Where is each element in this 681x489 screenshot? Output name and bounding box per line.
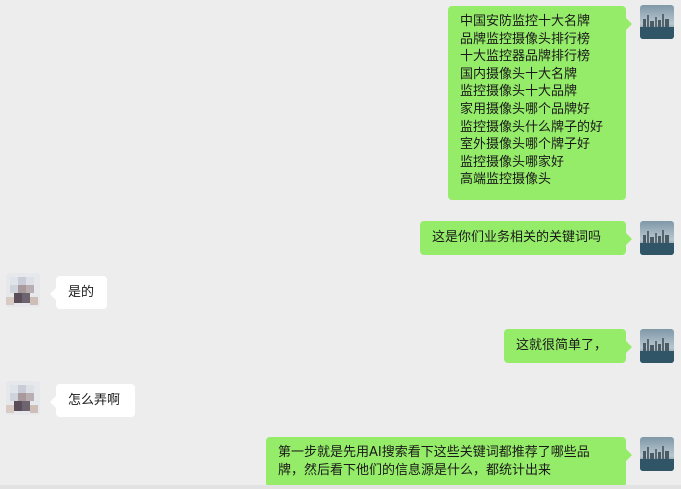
bottom-edge xyxy=(0,485,681,489)
message-bubble-outgoing[interactable]: 这是你们业务相关的关键词吗 xyxy=(420,221,632,255)
message-bubble-incoming[interactable]: 是的 xyxy=(50,276,107,309)
message-line: 国内摄像头十大名牌 xyxy=(460,66,578,82)
contact-avatar[interactable] xyxy=(6,273,40,307)
message-bubble-outgoing[interactable]: 第一步就是先用AI搜索看下这些关键词都推荐了哪些品 牌，然后看下他们的信息源是什… xyxy=(266,437,632,487)
message-line: 高端监控摄像头 xyxy=(460,172,552,188)
contact-avatar[interactable] xyxy=(6,381,40,415)
message-line: 这就很简单了， xyxy=(516,338,608,353)
my-avatar[interactable] xyxy=(640,437,674,471)
my-avatar[interactable] xyxy=(640,5,674,39)
message-line: 这是你们业务相关的关键词吗 xyxy=(432,230,602,245)
message-line: 室外摄像头哪个牌子好 xyxy=(460,137,591,153)
my-avatar[interactable] xyxy=(640,329,674,363)
message-line: 怎么弄啊 xyxy=(68,393,121,408)
message-line: 家用摄像头哪个品牌好 xyxy=(460,101,591,117)
message-line: 品牌监控摄像头排行榜 xyxy=(460,31,591,47)
message-line: 监控摄像头十大品牌 xyxy=(460,84,578,100)
message-bubble-outgoing[interactable]: 中国安防监控十大名牌 品牌监控摄像头排行榜 十大监控器品牌排行榜 国内摄像头十大… xyxy=(448,6,632,200)
message-line: 牌，然后看下他们的信息源是什么，都统计出来 xyxy=(278,462,552,478)
message-line: 十大监控器品牌排行榜 xyxy=(460,49,591,65)
message-bubble-incoming[interactable]: 怎么弄啊 xyxy=(50,384,135,417)
message-line: 第一步就是先用AI搜索看下这些关键词都推荐了哪些品 xyxy=(278,445,590,460)
my-avatar[interactable] xyxy=(640,221,674,255)
message-line: 监控摄像头什么牌子的好 xyxy=(460,119,604,135)
message-line: 监控摄像头哪家好 xyxy=(460,154,565,170)
chat-window: 中国安防监控十大名牌 品牌监控摄像头排行榜 十大监控器品牌排行榜 国内摄像头十大… xyxy=(0,0,681,489)
message-line: 中国安防监控十大名牌 xyxy=(460,14,591,29)
message-bubble-outgoing[interactable]: 这就很简单了， xyxy=(504,329,632,363)
message-line: 是的 xyxy=(68,285,95,300)
